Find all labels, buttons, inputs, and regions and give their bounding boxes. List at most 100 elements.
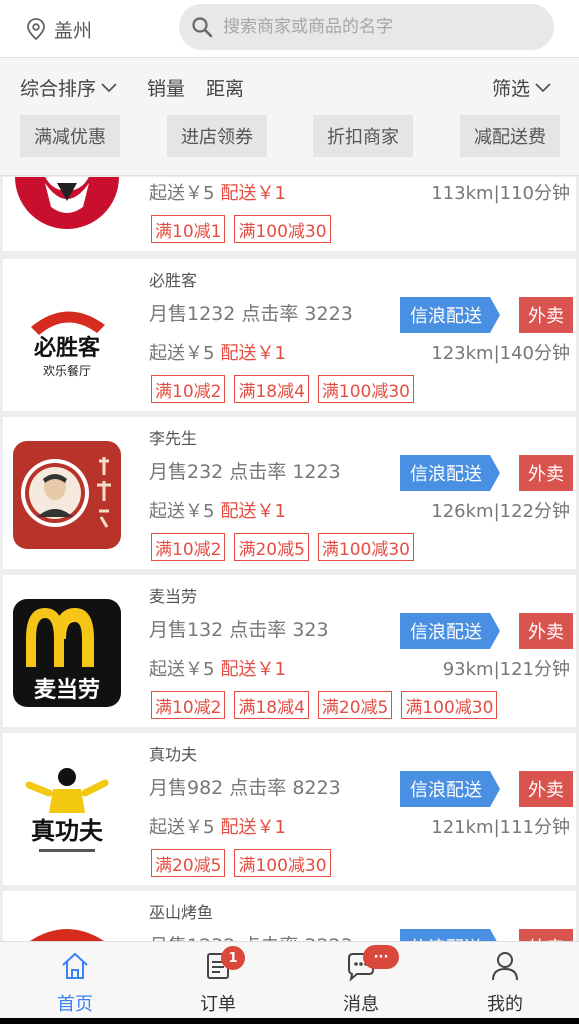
promo-tag: 满20减5 (234, 533, 309, 561)
promo-tag: 满100减30 (401, 691, 498, 719)
delivery-tag: 信浪配送 (400, 771, 500, 807)
store-distance: 113km|110分钟 (431, 183, 570, 204)
min-order-text: 起送￥5 (149, 501, 215, 522)
takeout-tag: 外卖 (519, 613, 573, 649)
top-bar: 盖州 (0, 0, 579, 58)
store-min-order: 起送￥5 配送￥1 (149, 497, 286, 523)
filter-label: 筛选 (492, 78, 531, 100)
tab-home[interactable]: 首页 (25, 942, 125, 1024)
tab-orders-label: 订单 (200, 994, 236, 1015)
location-pin-icon (27, 18, 45, 40)
location-city: 盖州 (54, 19, 93, 42)
delivery-fee-text: 配送￥1 (220, 501, 286, 522)
promo-tag: 满10减2 (151, 533, 226, 561)
delivery-fee-text: 配送￥1 (220, 817, 286, 838)
promo-tag: 满18减4 (234, 691, 309, 719)
promo-tag: 满10减1 (151, 215, 226, 243)
store-name: 真功夫 (149, 745, 198, 764)
wushan-fish-logo (30, 929, 104, 941)
home-icon (62, 952, 88, 979)
delivery-tag: 信浪配送 (400, 297, 500, 333)
sort-distance-label: 距离 (206, 78, 245, 100)
store-min-order: 起送￥5 配送￥1 (149, 339, 286, 365)
store-min-order: 起送￥5 配送￥1 (149, 179, 286, 205)
store-min-order: 起送￥5 配送￥1 (149, 813, 286, 839)
location-selector[interactable]: 盖州 (26, 16, 92, 42)
filter-button[interactable]: 筛选 (492, 74, 552, 101)
delivery-fee-text: 配送￥1 (220, 343, 286, 364)
store-stats: 月售982 点击率 8223 (149, 777, 341, 799)
store-name: 李先生 (149, 429, 198, 448)
chevron-down-icon (101, 82, 117, 92)
mr-lee-logo (13, 441, 121, 549)
takeout-tag: 外卖 (519, 297, 573, 333)
order-badge: 1 (221, 946, 245, 970)
message-badge: ··· (363, 945, 399, 969)
min-order-text: 起送￥5 (149, 343, 215, 364)
promo-tag: 满10减2 (151, 375, 226, 403)
mcdonalds-logo-text: 麦当劳 (34, 677, 100, 703)
promo-list: 满10减2 满18减4 满100减30 (151, 375, 423, 405)
chip-full-reduction[interactable]: 满减优惠 (20, 115, 120, 157)
delivery-tag: 信浪配送 (400, 455, 500, 491)
bottom-tab-bar: 首页 1 订单 ··· 消息 我的 (0, 941, 579, 1024)
chip-delivery-discount[interactable]: 减配送费 (460, 115, 560, 157)
promo-list: 满10减2 满18减4 满20减5 满100减30 (151, 691, 506, 721)
promo-tag: 满20减5 (151, 849, 226, 877)
sort-comprehensive[interactable]: 综合排序 (20, 74, 118, 101)
chevron-down-icon (535, 82, 551, 92)
kfc-logo (15, 177, 119, 229)
promo-tag: 满20减5 (317, 691, 393, 719)
store-stats: 月售132 点击率 323 (149, 619, 329, 641)
store-list: 起送￥5 配送￥1 113km|110分钟 满10减1 满100减30 必胜客 欢… (0, 177, 579, 941)
store-card[interactable]: 巫山烤鱼 月售1232 点击率 3223 信浪配送 外卖 (3, 891, 576, 941)
min-order-text: 起送￥5 (149, 817, 215, 838)
zhen-kungfu-logo: 真功夫 (25, 768, 109, 852)
delivery-tag: 信浪配送 (400, 929, 500, 941)
promo-tag: 满10减2 (151, 691, 226, 719)
promo-list: 满20减5 满100减30 (151, 849, 340, 879)
min-order-text: 起送￥5 (149, 659, 215, 680)
tab-profile-label: 我的 (487, 994, 523, 1015)
pizza-hut-logo-text: 必胜客 (34, 335, 101, 361)
takeout-tag: 外卖 (519, 929, 573, 941)
search-box[interactable] (179, 4, 554, 50)
store-stats: 月售232 点击率 1223 (149, 461, 341, 483)
chip-discount[interactable]: 折扣商家 (313, 115, 413, 157)
zhen-kungfu-logo-text: 真功夫 (31, 816, 104, 845)
promo-tag: 满18减4 (234, 375, 309, 403)
store-distance: 126km|122分钟 (431, 501, 570, 522)
search-icon (192, 17, 213, 38)
tab-profile[interactable]: 我的 (455, 942, 555, 1024)
pizza-hut-logo-subtext: 欢乐餐厅 (43, 363, 91, 378)
store-card[interactable]: 起送￥5 配送￥1 113km|110分钟 满10减1 满100减30 (3, 177, 576, 251)
store-distance: 93km|121分钟 (442, 659, 570, 680)
store-card[interactable]: 必胜客 欢乐餐厅 必胜客 月售1232 点击率 3223 信浪配送 外卖 起送￥… (3, 259, 576, 411)
chip-coupon[interactable]: 进店领券 (167, 115, 267, 157)
tab-orders[interactable]: 1 订单 (168, 942, 268, 1024)
store-distance: 121km|111分钟 (431, 817, 570, 838)
promo-list: 满10减2 满20减5 满100减30 (151, 533, 423, 563)
sort-distance[interactable]: 距离 (206, 74, 244, 101)
takeout-tag: 外卖 (519, 771, 573, 807)
store-name: 麦当劳 (149, 587, 198, 606)
search-input[interactable] (223, 17, 523, 37)
store-card[interactable]: 真功夫 真功夫 月售982 点击率 8223 信浪配送 外卖 起送￥5 配送￥1 … (3, 733, 576, 885)
promo-tag: 满100减30 (317, 375, 414, 403)
store-stats: 月售1232 点击率 3223 (149, 931, 353, 941)
tab-home-label: 首页 (57, 994, 93, 1015)
store-name: 巫山烤鱼 (149, 903, 214, 922)
promo-list: 满10减1 满100减30 (151, 215, 340, 245)
sort-comprehensive-label: 综合排序 (20, 78, 97, 100)
sort-row: 综合排序 销量 距离 筛选 (0, 74, 579, 102)
mcdonalds-logo: 麦当劳 (13, 599, 121, 707)
tab-messages[interactable]: ··· 消息 (311, 942, 411, 1024)
promo-tag: 满100减30 (317, 533, 414, 561)
store-card[interactable]: 麦当劳 麦当劳 月售132 点击率 323 信浪配送 外卖 起送￥5 配送￥1 9… (3, 575, 576, 727)
sort-sales-label: 销量 (147, 78, 186, 100)
pizza-hut-logo: 必胜客 欢乐餐厅 (31, 311, 105, 378)
filter-panel: 综合排序 销量 距离 筛选 满减优惠 进店领券 折扣商家 减配送费 (0, 58, 579, 176)
takeout-tag: 外卖 (519, 455, 573, 491)
sort-sales[interactable]: 销量 (147, 74, 185, 101)
store-card[interactable]: 李先生 月售232 点击率 1223 信浪配送 外卖 起送￥5 配送￥1 126k… (3, 417, 576, 569)
